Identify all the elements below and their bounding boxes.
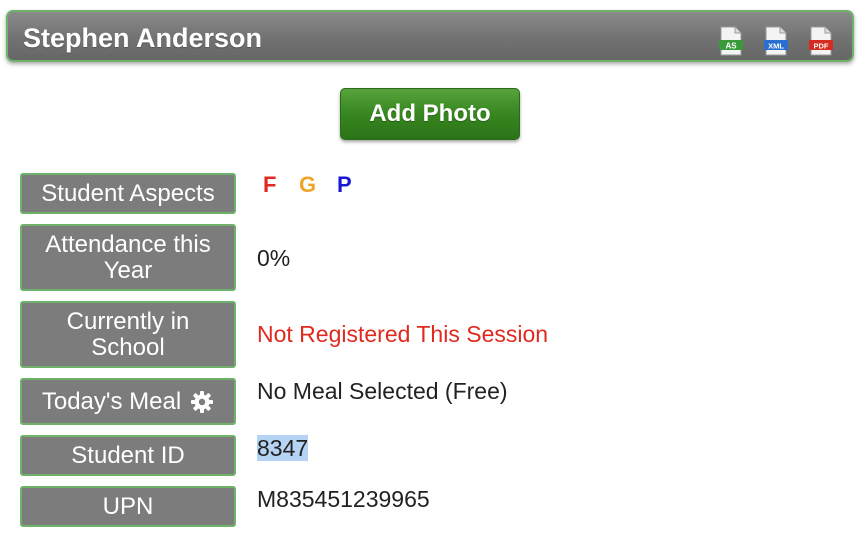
aspect-f[interactable]: F bbox=[263, 172, 276, 198]
aspect-p[interactable]: P bbox=[337, 172, 352, 198]
export-as-icon[interactable]: AS bbox=[718, 26, 744, 56]
aspect-g[interactable]: G bbox=[299, 172, 316, 198]
attendance-label-text: Attendance this Year bbox=[45, 230, 211, 284]
currently-in-school-label-text: Currently in School bbox=[66, 307, 190, 361]
student-id-text: 8347 bbox=[257, 435, 309, 461]
currently-in-school-label: Currently in School bbox=[20, 301, 236, 368]
upn-label-text: UPN bbox=[102, 492, 154, 520]
export-xml-label: XML bbox=[768, 42, 784, 51]
attendance-label: Attendance this Year bbox=[20, 224, 236, 291]
student-id-label: Student ID bbox=[20, 435, 236, 476]
export-xml-icon[interactable]: XML bbox=[763, 26, 789, 56]
student-name: Stephen Anderson bbox=[23, 23, 263, 53]
todays-meal-label-text: Today's Meal bbox=[41, 387, 182, 415]
export-as-label: AS bbox=[725, 42, 737, 51]
school-status-value: Not Registered This Session bbox=[257, 321, 549, 347]
student-aspects-label: Student Aspects bbox=[20, 173, 236, 214]
add-photo-button[interactable]: Add Photo bbox=[340, 88, 520, 140]
student-id-label-text: Student ID bbox=[71, 441, 185, 469]
upn-label: UPN bbox=[20, 486, 236, 527]
gear-icon[interactable] bbox=[190, 390, 214, 414]
export-pdf-label: PDF bbox=[814, 42, 829, 51]
student-header: Stephen Anderson AS XML PDF bbox=[6, 10, 854, 62]
meal-value: No Meal Selected (Free) bbox=[257, 378, 508, 404]
upn-value: M835451239965 bbox=[257, 486, 430, 512]
export-pdf-icon[interactable]: PDF bbox=[808, 26, 834, 56]
todays-meal-label: Today's Meal bbox=[20, 378, 236, 425]
student-aspects-label-text: Student Aspects bbox=[41, 179, 215, 207]
student-id-value: 8347 bbox=[257, 434, 309, 462]
attendance-value: 0% bbox=[257, 245, 291, 271]
